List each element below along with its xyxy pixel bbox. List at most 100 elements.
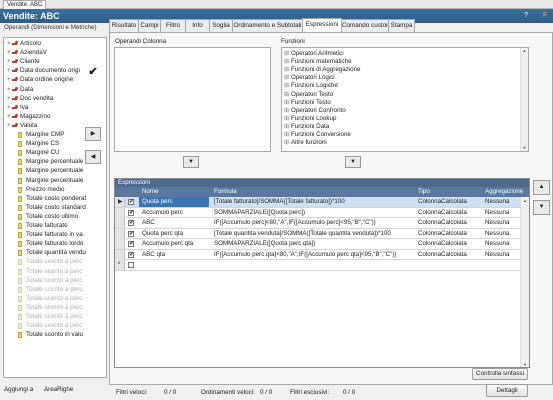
tree-dimension-node[interactable]: + Iva — [4, 104, 106, 113]
row-indicator[interactable] — [115, 249, 125, 260]
tab-campi[interactable]: Campi — [138, 19, 161, 33]
row-enabled-checkbox[interactable]: ✔ — [127, 208, 135, 218]
tree-metric-node[interactable]: Totale sconto a perc — [4, 313, 106, 322]
row-nome[interactable]: Accumulo perc qta — [139, 239, 209, 249]
row-nome[interactable]: ABC — [139, 218, 209, 228]
tree-metric-node[interactable]: Totale costo ponderat — [4, 195, 106, 204]
row-tipo[interactable]: ColonnaCalcolata — [417, 239, 481, 249]
funzioni-item[interactable]: ⊞ Funzioni Logiche — [284, 82, 338, 90]
tree-metric-node[interactable]: Totale sconto a perc — [4, 295, 106, 304]
tree-metric-node[interactable]: Totale sconto a perc — [4, 277, 106, 286]
row-indicator[interactable] — [115, 239, 125, 249]
col-aggregazione-header[interactable]: Aggregazione — [485, 187, 523, 197]
details-button[interactable]: Dettagli — [486, 384, 528, 397]
scroll-down-icon[interactable]: ▼ — [521, 145, 528, 151]
move-down-button[interactable]: ▼ — [533, 200, 550, 215]
row-nome[interactable]: Quota perc — [139, 197, 209, 207]
tree-metric-node[interactable]: Totale sconto a perc — [4, 322, 106, 331]
tab-comando-custom[interactable]: Comando custom — [341, 19, 391, 33]
add-target-select[interactable]: AreaRighe — [44, 385, 73, 395]
funzioni-item[interactable]: ⊞ Operatori Testo — [284, 91, 333, 99]
col-tipo-header[interactable]: Tipo — [418, 187, 430, 197]
row-indicator[interactable]: ▶ — [115, 197, 125, 207]
row-tipo[interactable]: ColonnaCalcolata — [417, 208, 481, 218]
scroll-down-icon[interactable]: ▼ — [521, 361, 529, 367]
row-enabled-checkbox[interactable]: ✔ — [127, 218, 135, 228]
window-tab[interactable]: Vendite: ABC — [3, 0, 47, 9]
tab-info[interactable]: Info — [185, 19, 210, 33]
table-row[interactable]: ✔ ABC qta IF([Accumulo perc qta]<80,"A",IF… — [115, 249, 529, 260]
tree-dimension-node[interactable]: + Data — [4, 86, 106, 95]
row-formula[interactable]: [Totale quantita venduta]/SOMMA([Totale … — [212, 229, 415, 239]
tab-stampa[interactable]: Stampa — [388, 19, 415, 33]
tree-metric-node[interactable]: Margine CS — [4, 140, 106, 149]
col-nome-header[interactable]: Nome — [142, 187, 159, 197]
tree-dimension-node[interactable]: + AziendaV — [4, 49, 106, 58]
table-row[interactable]: ✔ Quota perc qta [Totale quantita venduta]… — [115, 228, 529, 239]
move-up-button[interactable]: ▲ — [533, 180, 550, 195]
operandi-tree[interactable]: + Articolo + AziendaV + Cliente + Data document… — [3, 37, 107, 378]
table-row[interactable]: ✔ Accumulo perc SOMMAPARZIALE([Quota perc]… — [115, 207, 529, 218]
new-row[interactable]: * — [115, 260, 529, 271]
tab-ordinamento[interactable]: Ordinamento e Subtotali — [232, 19, 303, 33]
row-enabled-checkbox[interactable] — [127, 260, 135, 270]
expand-icon[interactable]: ⊞ — [284, 107, 291, 115]
table-row[interactable]: ✔ Accumulo perc qta SOMMAPARZIALE([Quota p… — [115, 239, 529, 250]
expand-icon[interactable]: ⊞ — [284, 123, 291, 131]
funzioni-item[interactable]: ⊞ Altre funzioni — [284, 139, 327, 147]
funzioni-item[interactable]: ⊞ Operatori Confronto — [284, 107, 346, 115]
tree-metric-node[interactable]: Totale sconto a perc — [4, 286, 106, 295]
row-tipo[interactable]: ColonnaCalcolata — [417, 197, 481, 207]
row-formula[interactable]: SOMMAPARZIALE([Quota perc qta]) — [212, 239, 415, 249]
tree-metric-node[interactable]: Totale fatturato — [4, 222, 106, 231]
funzioni-item[interactable]: ⊞ Funzioni Conversione — [284, 131, 351, 139]
funzioni-item[interactable]: ⊞ Funzioni Data — [284, 123, 329, 131]
tree-metric-node[interactable]: Margine percentuale — [4, 167, 106, 176]
row-indicator[interactable] — [115, 207, 125, 218]
table-row[interactable]: ✔ ABC IF([Accumulo perc]<80,"A",IF([Accumu… — [115, 218, 529, 229]
funzioni-item[interactable]: ⊞ Operatori Logici — [284, 74, 335, 82]
funzioni-item[interactable]: ⊞ Funzioni di Aggregazione — [284, 66, 361, 74]
row-nome[interactable]: ABC qta — [139, 250, 209, 260]
expand-icon[interactable]: ⊞ — [284, 74, 291, 82]
tree-metric-node[interactable]: Totale quantita vendu — [4, 249, 106, 258]
expand-icon[interactable]: ⊞ — [284, 58, 291, 66]
funzioni-item[interactable]: ⊞ Funzioni matematiche — [284, 58, 352, 66]
funzioni-item[interactable]: ⊞ Funzioni Lookup — [284, 115, 336, 123]
funzioni-item[interactable]: ⊞ Funzioni Testo — [284, 99, 331, 107]
expand-icon[interactable]: ⊞ — [284, 91, 291, 99]
move-right-button[interactable]: ▶ — [85, 127, 101, 141]
tree-metric-node[interactable]: Totale fatturato in va — [4, 231, 106, 240]
expand-icon[interactable]: ⊞ — [284, 66, 291, 74]
col-formula-header[interactable]: Formula — [214, 187, 237, 197]
row-enabled-checkbox[interactable]: ✔ — [127, 197, 135, 207]
tree-metric-node[interactable]: Totale costo standard — [4, 204, 106, 213]
row-nome[interactable]: Accumulo perc — [139, 208, 209, 218]
grid-scrollbar[interactable]: ▲ ▼ — [520, 197, 529, 367]
row-formula[interactable]: IF([Accumulo perc]<80,"A",IF([Accumulo p… — [212, 218, 415, 228]
expand-icon[interactable]: ⊞ — [284, 115, 291, 123]
espressioni-grid[interactable]: Espressioni Nome Formula Tipo Aggregazio… — [114, 178, 530, 368]
funzioni-item[interactable]: ⊞ Operatori Aritmetici — [284, 50, 344, 58]
tab-espressioni[interactable]: Espressioni — [302, 18, 342, 33]
table-row[interactable]: ▶ ✔ Quota perc [Totale fatturato]/SOMMA([To… — [115, 197, 529, 208]
tree-dimension-node[interactable]: + Magazzino — [4, 113, 106, 122]
tree-metric-node[interactable]: Totale costo ultimo — [4, 213, 106, 222]
expand-icon[interactable]: ⊞ — [284, 131, 291, 139]
tree-metric-node[interactable]: Totale sconto a perc — [4, 258, 106, 267]
row-indicator[interactable] — [115, 228, 125, 239]
row-enabled-checkbox[interactable]: ✔ — [127, 239, 135, 249]
funzioni-scrollbar[interactable]: ▲ ▼ — [520, 48, 528, 151]
expand-icon[interactable]: ⊞ — [284, 50, 291, 58]
check-syntax-button[interactable]: Controlla sintassi — [472, 368, 528, 380]
move-left-button[interactable]: ◀ — [85, 150, 101, 164]
tab-filtro[interactable]: Filtro — [160, 19, 186, 33]
tree-metric-node[interactable]: Totale fatturato lordo — [4, 240, 106, 249]
row-enabled-checkbox[interactable]: ✔ — [127, 250, 135, 260]
expand-icon[interactable]: ⊞ — [284, 99, 291, 107]
checkmark-icon[interactable]: ✔ — [86, 66, 100, 78]
tab-risultato[interactable]: Risultato — [109, 19, 139, 33]
row-enabled-checkbox[interactable]: ✔ — [127, 229, 135, 239]
tree-metric-node[interactable]: Totale sconto a perc — [4, 304, 106, 313]
row-formula[interactable]: IF([Accumulo perc qta]<80,"A",IF([Accumu… — [212, 250, 415, 260]
